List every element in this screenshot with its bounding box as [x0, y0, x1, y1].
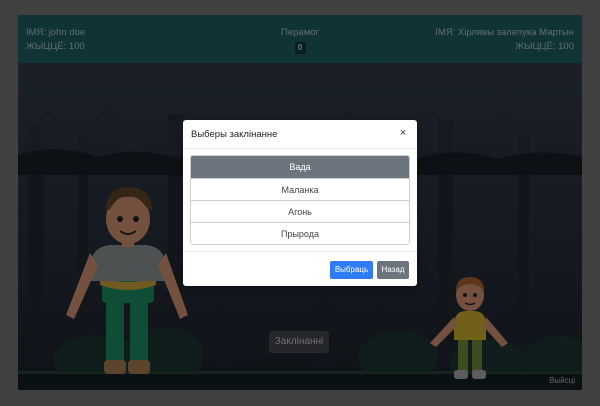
modal-footer: Выбраць Назад	[183, 251, 417, 286]
back-button[interactable]: Назад	[377, 261, 409, 279]
select-button[interactable]: Выбраць	[330, 261, 373, 279]
modal-title: Выберы заклінанне	[191, 129, 278, 140]
spell-select-modal: Выберы заклінанне × Вада Маланка Агонь П…	[183, 120, 417, 286]
spell-option-lightning[interactable]: Маланка	[191, 178, 409, 200]
modal-header: Выберы заклінанне ×	[183, 120, 417, 149]
spell-option-nature[interactable]: Прырода	[191, 222, 409, 244]
spell-option-fire[interactable]: Агонь	[191, 200, 409, 222]
spell-option-water[interactable]: Вада	[191, 156, 409, 178]
spell-list: Вада Маланка Агонь Прырода	[190, 155, 410, 245]
close-icon[interactable]: ×	[397, 127, 409, 139]
